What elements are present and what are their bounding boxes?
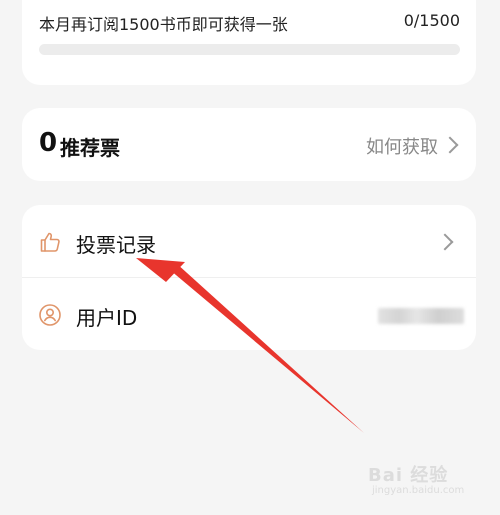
subscription-progress-card: 本月再订阅1500书币即可获得一张 0/1500 [22,0,476,85]
thumbs-up-icon [40,232,60,252]
how-to-get-link[interactable]: 如何获取 [366,133,438,159]
user-id-row: 用户ID [22,278,476,350]
user-icon [39,304,61,326]
watermark-text: Bai 经验 [368,465,449,486]
user-id-label: 用户ID [76,306,138,330]
watermark-sub: jingyan.baidu.com [372,485,465,496]
progress-description: 本月再订阅1500书币即可获得一张 [39,15,288,34]
account-list-card: 投票记录 用户ID [22,205,476,350]
chevron-right-icon[interactable] [436,233,454,251]
ticket-label: 推荐票 [60,136,120,160]
baidu-watermark: Bai 经验 jingyan.baidu.com [368,461,488,501]
user-id-value-blurred [378,308,464,324]
progress-bar [39,44,460,55]
recommend-ticket-card: 0 推荐票 如何获取 [22,108,476,181]
chevron-right-icon[interactable] [441,136,459,154]
vote-record-row[interactable]: 投票记录 [22,205,476,277]
vote-record-label: 投票记录 [76,233,156,257]
ticket-count: 0 [39,128,58,158]
progress-count: 0/1500 [403,11,460,30]
